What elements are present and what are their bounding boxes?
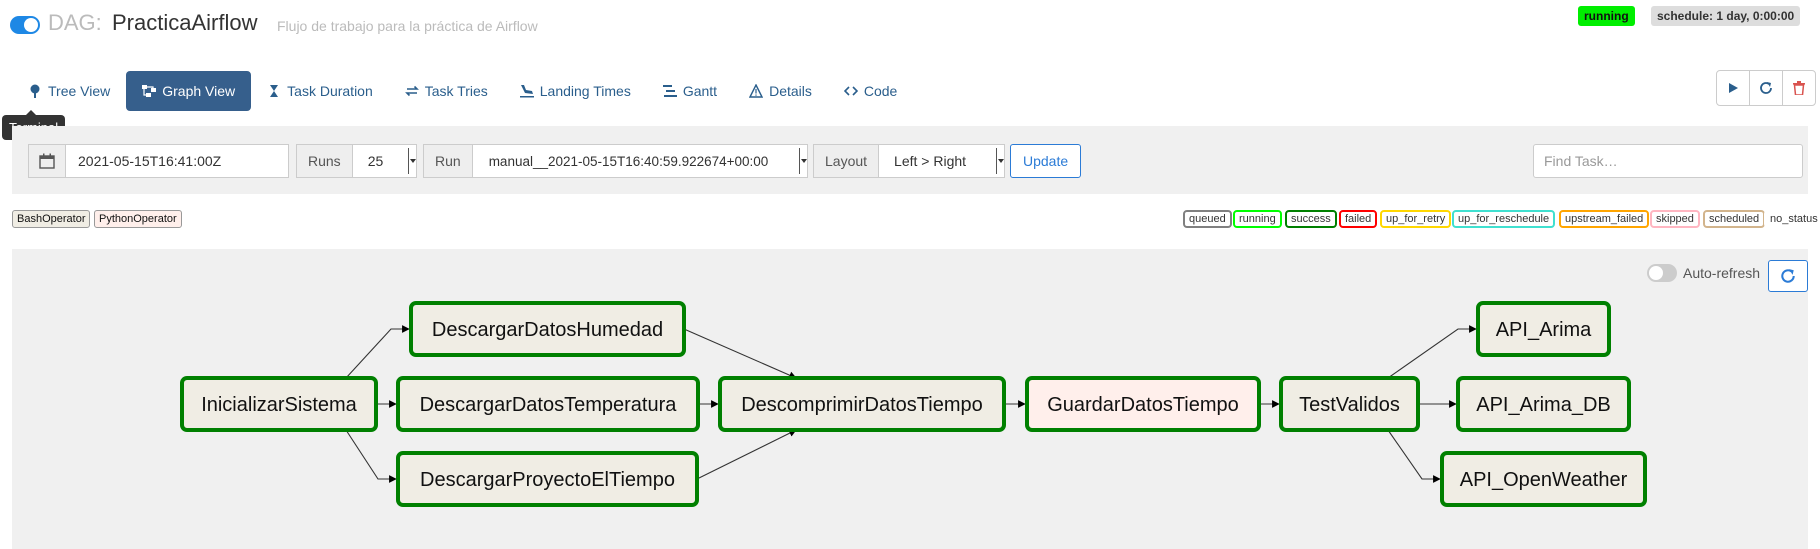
task-node[interactable]: DescomprimirDatosTiempo [718, 376, 1006, 432]
task-node-label: DescargarDatosTemperatura [420, 394, 678, 416]
task-node-label: GuardarDatosTiempo [1047, 394, 1239, 416]
task-node[interactable]: DescargarProyectoElTiempo [396, 451, 699, 507]
task-node[interactable]: DescargarDatosTemperatura [396, 376, 700, 432]
task-node-label: API_OpenWeather [1460, 469, 1628, 491]
task-node[interactable]: TestValidos [1279, 376, 1420, 432]
dag-edge [696, 429, 797, 480]
task-node-label: TestValidos [1299, 394, 1400, 416]
task-node-label: DescargarDatosHumedad [432, 319, 663, 341]
task-node[interactable]: InicializarSistema [180, 376, 378, 432]
task-node-label: DescomprimirDatosTiempo [741, 394, 983, 416]
task-node[interactable]: API_Arima [1476, 301, 1611, 357]
task-node[interactable]: API_Arima_DB [1456, 376, 1631, 432]
task-node-label: API_Arima [1496, 319, 1592, 341]
task-node-label: DescargarProyectoElTiempo [420, 469, 675, 491]
dag-edge [1387, 429, 1441, 483]
task-node-label: API_Arima_DB [1476, 394, 1611, 416]
task-node[interactable]: DescargarDatosHumedad [409, 301, 686, 357]
dag-edge [683, 328, 797, 379]
task-node[interactable]: GuardarDatosTiempo [1025, 376, 1261, 432]
dag-edge [345, 429, 397, 483]
dag-edge [1387, 325, 1477, 379]
task-node[interactable]: API_OpenWeather [1440, 451, 1647, 507]
dag-graph: InicializarSistema DescargarDatosHumedad D… [180, 301, 1647, 507]
dag-edge [345, 325, 410, 379]
task-node-label: InicializarSistema [201, 394, 357, 416]
